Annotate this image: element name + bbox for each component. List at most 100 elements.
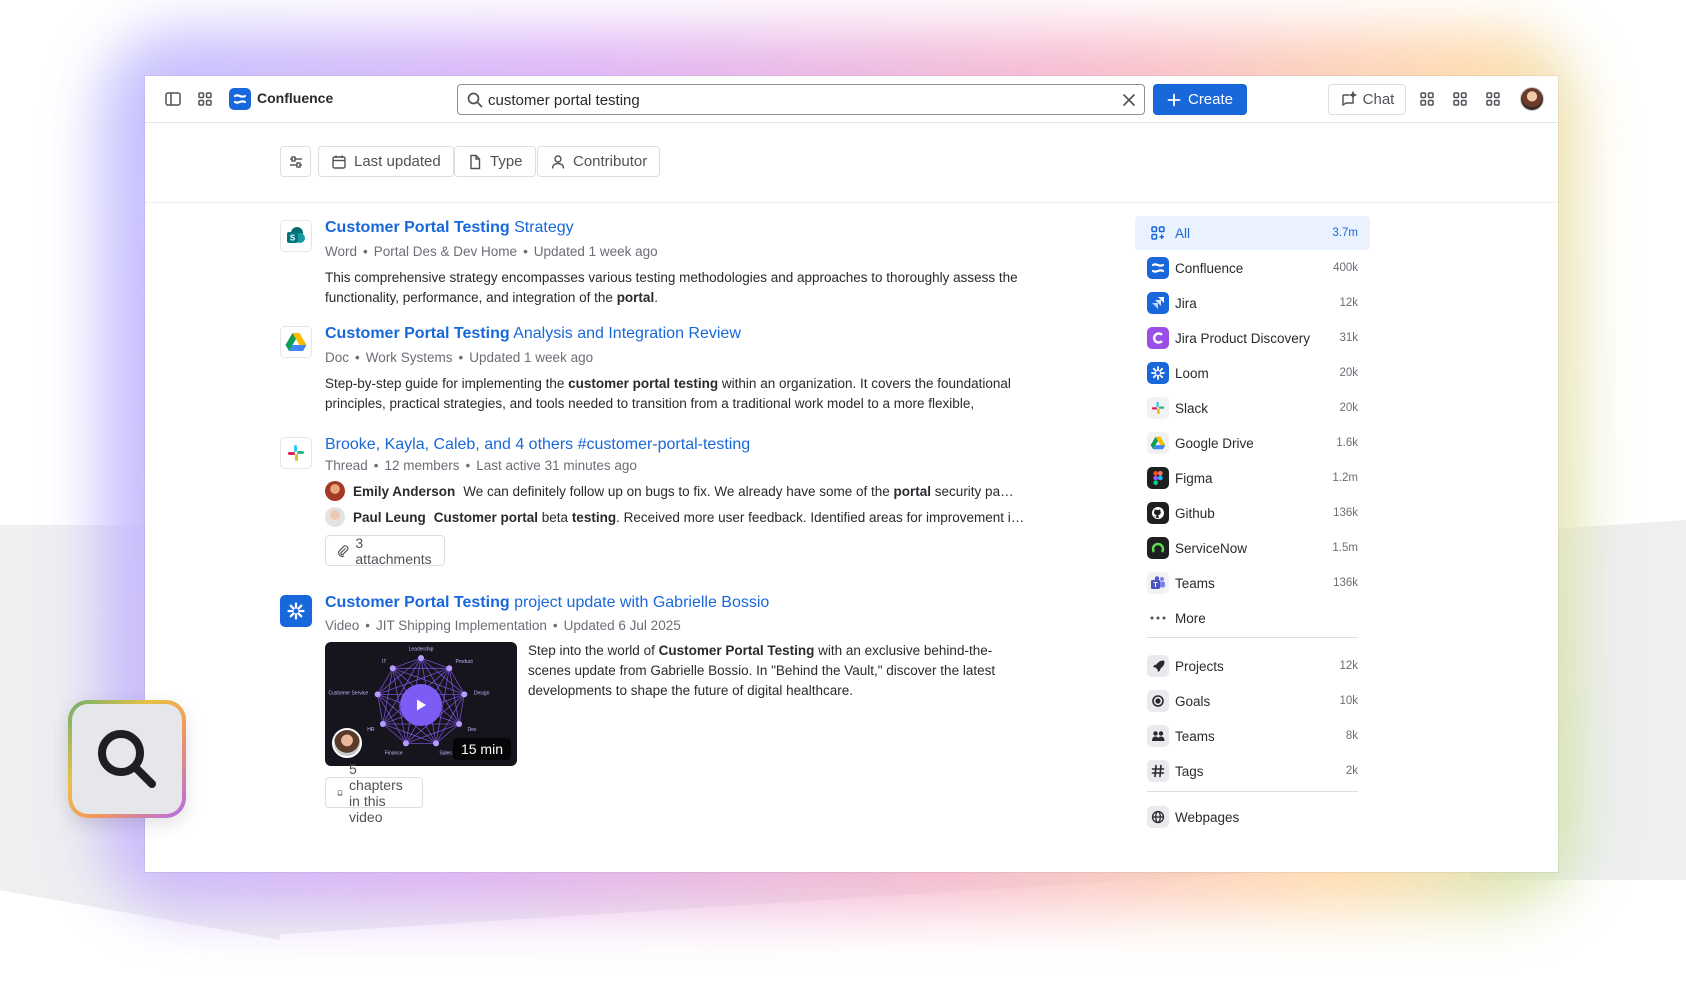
network-node [456, 721, 463, 727]
search-bar[interactable] [457, 84, 1145, 115]
network-label: Sales [439, 750, 452, 756]
thread-message: Paul Leung Customer portal beta testing.… [325, 507, 1024, 527]
filter-type-label: Type [490, 153, 523, 170]
network-label: Product [456, 659, 474, 665]
network-node [461, 691, 468, 698]
google-drive-icon [280, 326, 312, 358]
github-icon [1147, 502, 1169, 524]
play-icon[interactable] [400, 684, 442, 726]
target-icon [1147, 690, 1169, 712]
result-meta: Doc • Work Systems • Updated 1 week ago [325, 350, 594, 365]
hash-icon [1147, 760, 1169, 782]
network-edge [382, 723, 407, 744]
network-node [433, 740, 440, 747]
rocket-icon [1147, 655, 1169, 677]
user-avatar[interactable] [1520, 87, 1544, 111]
top-navigation: Confluence Create Chat [145, 76, 1558, 123]
filter-settings-button[interactable] [280, 146, 311, 177]
more-icon [1147, 607, 1169, 629]
sidebar-item-servicenow[interactable]: ServiceNow 1.5m [1135, 531, 1370, 565]
search-icon [467, 92, 483, 108]
sidebar-item-confluence[interactable]: Confluence 400k [1135, 251, 1370, 285]
chapters-chip[interactable]: 5 chapters in this video [325, 761, 423, 825]
loom-icon [1147, 362, 1169, 384]
result-title[interactable]: Customer Portal Testing project update w… [325, 594, 769, 612]
document-icon [470, 154, 481, 169]
sidebar-item-google-drive[interactable]: Google Drive 1.6k [1135, 426, 1370, 460]
product-name[interactable]: Confluence [257, 90, 333, 106]
apps-icon-3[interactable] [1483, 89, 1503, 109]
sidebar-item-projects[interactable]: Projects 12k [1135, 649, 1370, 683]
sidebar-item-teams-people[interactable]: Teams 8k [1135, 719, 1370, 753]
sidebar-item-jira-product-discovery[interactable]: Jira Product Discovery 31k [1135, 321, 1370, 355]
app-switcher-icon[interactable] [195, 89, 215, 109]
network-node [446, 665, 453, 672]
apps-icon-1[interactable] [1417, 89, 1437, 109]
svg-text:S: S [290, 234, 296, 243]
sidebar-item-jira[interactable]: Jira 12k [1135, 286, 1370, 320]
network-label: Dev [467, 727, 476, 733]
sidebar-toggle-icon[interactable] [163, 89, 183, 109]
jira-icon [1147, 292, 1169, 314]
result-description: Step-by-step guide for implementing the … [325, 376, 1011, 411]
filter-contributor[interactable]: Contributor [537, 146, 661, 177]
sidebar-item-all[interactable]: All 3.7m [1135, 216, 1370, 250]
figma-icon [1147, 467, 1169, 489]
sidebar-item-more[interactable]: More [1135, 601, 1370, 635]
result-title[interactable]: Customer Portal Testing Strategy [325, 219, 574, 237]
thread-message: Emily Anderson We can definitely follow … [325, 481, 1014, 501]
network-label: Customer Service [328, 691, 368, 697]
loom-icon [280, 595, 312, 627]
network-edge [392, 657, 422, 669]
svg-text:T: T [1153, 582, 1158, 589]
result-title[interactable]: Customer Portal Testing Analysis and Int… [325, 325, 741, 343]
video-thumbnail[interactable]: Leadership Product Design Dev Sales Finance HR… [325, 642, 517, 766]
slack-icon [1147, 397, 1169, 419]
filter-last-updated-label: Last updated [354, 153, 441, 170]
create-button[interactable]: Create [1153, 84, 1247, 115]
apps-icon-2[interactable] [1450, 89, 1470, 109]
chat-label: Chat [1362, 91, 1395, 108]
sidebar-item-webpages[interactable]: Webpages [1135, 800, 1370, 834]
video-duration: 15 min [452, 738, 511, 760]
sidebar-item-tags[interactable]: Tags 2k [1135, 754, 1370, 788]
result-title[interactable]: Brooke, Kayla, Caleb, and 4 others #cust… [325, 436, 750, 454]
avatar [325, 507, 345, 527]
attachments-chip[interactable]: 3 attachments [325, 535, 446, 567]
sidebar-item-figma[interactable]: Figma 1.2m [1135, 461, 1370, 495]
network-node [402, 740, 409, 747]
globe-icon [1147, 806, 1169, 828]
filter-last-updated[interactable]: Last updated [318, 146, 454, 177]
network-edge [420, 657, 450, 669]
magnifier-icon [98, 730, 156, 788]
search-feature-badge [68, 700, 186, 818]
confluence-logo-icon[interactable] [229, 88, 251, 110]
sidebar-item-github[interactable]: Github 136k [1135, 496, 1370, 530]
network-label: IT [382, 659, 386, 665]
presenter-avatar [332, 728, 362, 758]
people-icon [1147, 725, 1169, 747]
sidebar-item-goals[interactable]: Goals 10k [1135, 684, 1370, 718]
sidebar-item-slack[interactable]: Slack 20k [1135, 391, 1370, 425]
sidebar-item-teams[interactable]: T Teams 136k [1135, 566, 1370, 600]
sidebar-divider [1147, 637, 1358, 638]
network-label: Design [474, 691, 490, 697]
chat-button[interactable]: Chat [1328, 84, 1406, 115]
plus-icon [1167, 93, 1181, 106]
filter-type[interactable]: Type [454, 146, 536, 177]
jpd-icon [1147, 327, 1169, 349]
paperclip-icon [338, 544, 349, 557]
grid-icon [1147, 222, 1169, 244]
avatar [325, 481, 345, 501]
result-description: Step into the world of Customer Portal T… [528, 643, 996, 698]
result-meta: Video • JIT Shipping Implementation • Update… [325, 618, 681, 633]
network-label: Leadership [409, 646, 434, 652]
result-description: This comprehensive strategy encompasses … [325, 270, 1018, 305]
person-icon [551, 154, 565, 169]
slack-icon [280, 437, 312, 469]
servicenow-icon [1147, 537, 1169, 559]
sharepoint-icon: S [280, 220, 312, 252]
search-input[interactable] [488, 89, 1108, 111]
sidebar-item-loom[interactable]: Loom 20k [1135, 356, 1370, 390]
clear-search-icon[interactable] [1120, 91, 1138, 109]
